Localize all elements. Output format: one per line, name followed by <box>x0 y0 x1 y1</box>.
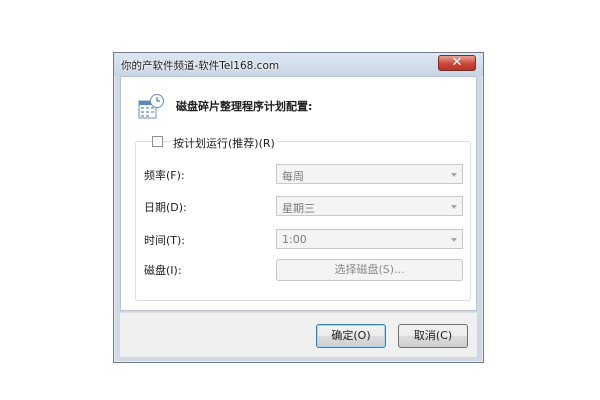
frequency-value: 每周 <box>282 170 304 183</box>
run-on-schedule-checkbox[interactable] <box>152 136 163 147</box>
time-select[interactable]: 1:00 <box>276 229 463 249</box>
chevron-down-icon <box>451 205 457 209</box>
dialog-content: 磁盘碎片整理程序计划配置: 按计划运行(推荐)(R) 频率(F): 每周 日期(… <box>120 76 477 311</box>
time-value: 1:00 <box>282 233 307 246</box>
disks-label: 磁盘(I): <box>144 264 182 277</box>
close-button[interactable]: ✕ <box>438 55 476 71</box>
day-value: 星期三 <box>282 202 315 215</box>
chevron-down-icon <box>451 238 457 242</box>
time-label: 时间(T): <box>144 234 186 247</box>
dialog-heading: 磁盘碎片整理程序计划配置: <box>176 100 313 113</box>
day-label: 日期(D): <box>144 201 187 214</box>
run-on-schedule-label[interactable]: 按计划运行(推荐)(R) <box>171 135 277 151</box>
cancel-button[interactable]: 取消(C) <box>398 324 468 348</box>
schedule-dialog-window: 你的产软件频道-软件Tel168.com ✕ 磁盘碎片整理程序计划配置: 按计划… <box>113 52 484 363</box>
ok-button[interactable]: 确定(O) <box>316 324 386 348</box>
frequency-select[interactable]: 每周 <box>276 164 463 184</box>
day-select[interactable]: 星期三 <box>276 196 463 216</box>
calendar-clock-icon <box>138 94 164 119</box>
select-disks-button[interactable]: 选择磁盘(S)... <box>276 259 463 281</box>
chevron-down-icon <box>451 173 457 177</box>
title-bar: 你的产软件频道-软件Tel168.com ✕ <box>114 53 483 76</box>
window-title: 你的产软件频道-软件Tel168.com <box>121 60 280 72</box>
frequency-label: 频率(F): <box>144 169 185 182</box>
close-icon: ✕ <box>451 55 463 70</box>
